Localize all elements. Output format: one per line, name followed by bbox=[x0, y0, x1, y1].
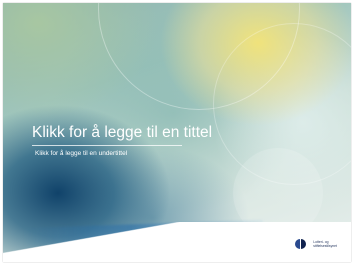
title-slide[interactable]: Klikk for å legge til en tittel Klikk fo… bbox=[3, 3, 351, 262]
decorative-ring bbox=[213, 23, 351, 185]
organization-logo: Lotteri- og stiftelsestilsynet bbox=[292, 239, 337, 249]
slide-canvas: Klikk for å legge til en tittel Klikk fo… bbox=[0, 0, 354, 265]
decorative-ring bbox=[98, 3, 300, 110]
slide-subtitle[interactable]: Klikk for å legge til en undertittel bbox=[35, 149, 127, 158]
title-placeholder[interactable]: Klikk for å legge til en tittel bbox=[32, 123, 322, 146]
slide-title[interactable]: Klikk for å legge til en tittel bbox=[32, 123, 322, 143]
lotteritilsynet-logo-icon bbox=[295, 239, 307, 249]
logo-text-line2: stiftelsestilsynet bbox=[313, 244, 337, 248]
logo-text: Lotteri- og stiftelsestilsynet bbox=[313, 240, 337, 248]
title-divider bbox=[32, 145, 182, 146]
